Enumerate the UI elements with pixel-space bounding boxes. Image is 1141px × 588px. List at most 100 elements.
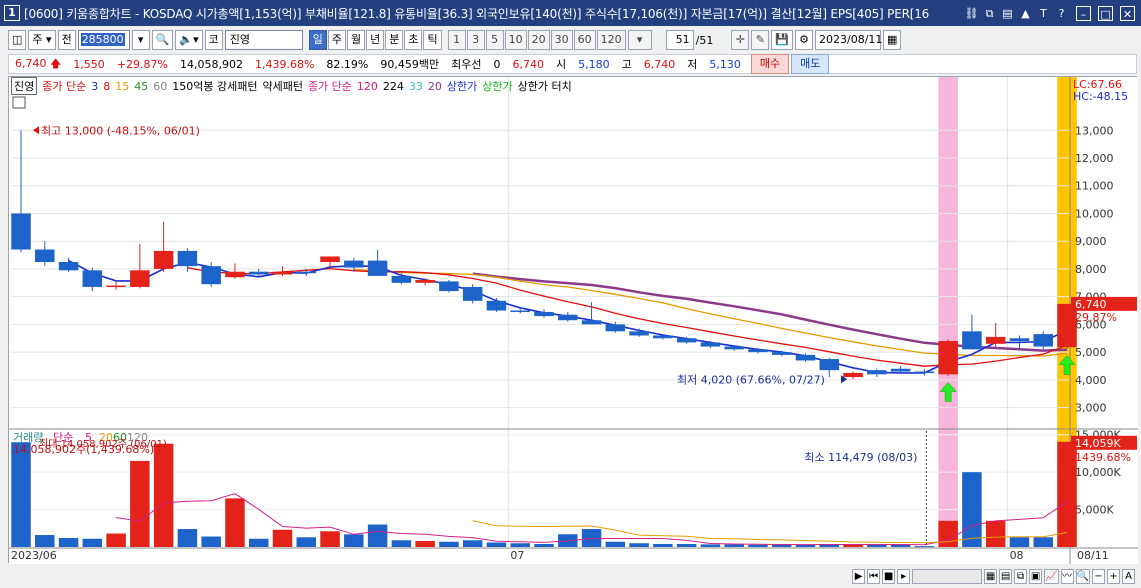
candle-body: [201, 266, 221, 285]
volume-tick-label: 5,000K: [1075, 504, 1114, 517]
candle-body: [58, 262, 79, 271]
volume-bar: [629, 543, 649, 547]
interval-2[interactable]: 월: [346, 30, 366, 50]
chart-area[interactable]: 3,0004,0005,0006,0007,0008,0009,00010,00…: [8, 76, 1138, 564]
minute-option-5[interactable]: 5: [485, 30, 504, 50]
candle-body: [1033, 334, 1053, 347]
candle-body: [843, 372, 863, 378]
last-price: 6,740: [512, 57, 544, 71]
code-dropdown-icon[interactable]: ▾: [131, 30, 150, 50]
maximize-icon[interactable]: □: [1098, 5, 1113, 21]
interval-1[interactable]: 주: [327, 30, 346, 50]
scroll-first-icon[interactable]: ⏮: [867, 569, 881, 584]
layout-icon[interactable]: ▤: [1000, 6, 1015, 21]
x-label-end: 08/11: [1077, 549, 1109, 562]
stock-code-input[interactable]: 285800: [77, 30, 130, 50]
calendar-icon[interactable]: ▦: [883, 30, 902, 50]
minute-option-20[interactable]: 20: [527, 30, 550, 50]
volume-bar: [1057, 441, 1077, 547]
legend-ma-33: 33: [408, 79, 423, 93]
wave-icon[interactable]: 〰: [1060, 569, 1074, 584]
close-icon[interactable]: ✕: [1120, 5, 1135, 21]
volume-bar: [510, 543, 530, 547]
minute-option-1[interactable]: 1: [447, 30, 466, 50]
candle-body: [439, 281, 459, 292]
volume-bar: [391, 540, 412, 547]
plus-icon[interactable]: +: [1107, 569, 1120, 584]
minute-dropdown[interactable]: ▾: [627, 30, 652, 50]
scroll-play-icon[interactable]: ▶: [852, 569, 866, 584]
help-icon[interactable]: ?: [1054, 6, 1069, 21]
minimize-icon[interactable]: –: [1076, 5, 1091, 21]
legend-ma-20: 20: [427, 79, 442, 93]
legend-ma-120: 120: [356, 79, 378, 93]
minute-option-3[interactable]: 3: [466, 30, 485, 50]
search-icon[interactable]: 🔍: [151, 30, 174, 50]
font-a-icon[interactable]: A: [1122, 569, 1135, 584]
prev-button[interactable]: 전: [57, 30, 76, 50]
minute-option-30[interactable]: 30: [550, 30, 573, 50]
candle-body: [344, 260, 364, 268]
up-arrow-icon: 🡅: [50, 56, 62, 70]
best-bid-label: 최우선: [451, 58, 482, 71]
quote-bar: 6,740 🡅 1,550 +29.87% 14,058,902 1,439.6…: [8, 54, 1137, 74]
buy-button[interactable]: 매수: [750, 54, 790, 74]
volume-bar: [272, 529, 293, 547]
minute-option-120[interactable]: 120: [596, 30, 626, 50]
table-icon[interactable]: ▤: [999, 569, 1013, 584]
low-label: 저: [687, 58, 698, 71]
candle-body: [1009, 338, 1030, 342]
up-icon[interactable]: ▲: [1018, 6, 1033, 21]
minus-icon[interactable]: −: [1092, 569, 1105, 584]
candle-body: [676, 338, 697, 343]
price-pct-tag: 29.87%: [1075, 311, 1117, 324]
chart-icon[interactable]: 📈: [1044, 569, 1059, 584]
save-icon[interactable]: 💾: [771, 30, 794, 50]
candle-body: [748, 349, 768, 353]
price-change: 1,550: [73, 57, 105, 71]
zoom-out-icon[interactable]: 🔍: [1075, 569, 1090, 584]
volume-bar: [201, 536, 221, 547]
window-number: 1: [4, 5, 20, 21]
interval-4[interactable]: 분: [385, 30, 404, 50]
font-icon[interactable]: T: [1036, 6, 1051, 21]
minute-option-60[interactable]: 60: [573, 30, 596, 50]
crosshair-icon[interactable]: ✛: [731, 30, 750, 50]
layout-icon[interactable]: ◫: [8, 30, 27, 50]
copy-icon[interactable]: ⧉: [1014, 569, 1028, 584]
minute-option-10[interactable]: 10: [504, 30, 527, 50]
interval-3[interactable]: 년: [366, 30, 385, 50]
sell-button[interactable]: 매도: [791, 54, 830, 74]
volume-min-note: 최소 114,479 (08/03): [804, 451, 917, 464]
scroll-next-icon[interactable]: ▸: [897, 569, 911, 584]
interval-0[interactable]: 일: [308, 30, 327, 50]
date-input[interactable]: 2023/08/11: [815, 30, 882, 50]
candle-body: [153, 250, 174, 269]
link-icon[interactable]: ⛓: [964, 6, 979, 21]
volume: 14,058,902: [179, 57, 243, 71]
image-icon[interactable]: ▣: [1029, 569, 1043, 584]
volume-bar: [82, 538, 103, 547]
price-change-pct: +29.87%: [116, 57, 168, 71]
page-input[interactable]: 51: [665, 30, 694, 50]
price-tick-label: 5,000: [1075, 346, 1107, 359]
grid-icon[interactable]: ▦: [984, 569, 998, 584]
interval-6[interactable]: 틱: [423, 30, 442, 50]
speaker-icon[interactable]: 🔈▾: [175, 30, 203, 50]
low-note: 최저 4,020 (67.66%, 07/27): [677, 373, 825, 386]
volume-bar: [225, 498, 245, 547]
legend-ma-60: 60: [153, 79, 168, 93]
draw-icon[interactable]: ✎: [751, 30, 770, 50]
interval-5[interactable]: 초: [404, 30, 423, 50]
scrollbar[interactable]: [912, 569, 983, 584]
candlestick-chart[interactable]: 3,0004,0005,0006,0007,0008,0009,00010,00…: [9, 77, 1138, 564]
copy-icon[interactable]: ⧉: [982, 6, 997, 21]
gear-icon[interactable]: ⚙: [795, 30, 814, 50]
volume-bar: [367, 524, 388, 547]
interval-buttons: 일주월년분초틱: [308, 30, 442, 50]
candle-body: [653, 335, 673, 339]
scroll-stop-icon[interactable]: ■: [882, 569, 896, 584]
minute-buttons: 1 3 5 10 20 30 60 120: [447, 30, 626, 50]
period-select[interactable]: 주 ▾: [28, 30, 56, 50]
volume-bar: [962, 472, 982, 547]
